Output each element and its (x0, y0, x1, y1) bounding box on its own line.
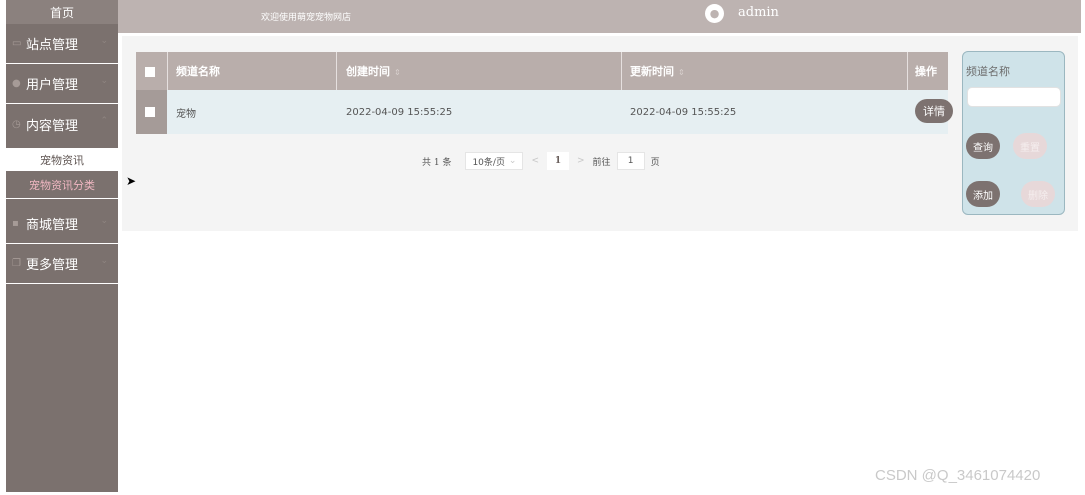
chevron-down-icon: ⌄ (100, 76, 108, 86)
chevron-down-icon: ⌄ (100, 256, 108, 266)
sidebar-item-label: 站点管理 (26, 38, 79, 53)
chevron-up-icon: ⌃ (100, 116, 108, 126)
column-header-name: 频道名称 (176, 63, 220, 79)
sidebar-home-label: 首页 (49, 5, 74, 20)
column-header-label: 频道名称 (176, 65, 220, 78)
avatar[interactable]: ● (705, 4, 724, 23)
select-all-checkbox[interactable] (145, 67, 155, 80)
copy-icon: ❐ (12, 258, 21, 269)
query-button[interactable]: 查询 (966, 133, 1000, 159)
sidebar-subitem-pet-news[interactable]: 宠物资讯 (6, 148, 118, 171)
mouse-pointer-icon: ➤ (126, 174, 137, 188)
pagination: 共 1 条 10条/页 ⌄ < 1 > 前往 1 页 (422, 152, 660, 170)
column-header-created[interactable]: 创建时间 ⇕ (346, 63, 401, 79)
watermark: CSDN @Q_3461074420 (875, 467, 1041, 484)
reset-button[interactable]: 重置 (1013, 133, 1047, 159)
sidebar-item-mall[interactable]: ▪ 商城管理 ⌄ (6, 204, 118, 244)
main-panel: 频道名称 创建时间 ⇕ 更新时间 ⇕ 操作 宠物 2022-04-09 15:55:… (122, 36, 1078, 231)
cell-name: 宠物 (176, 108, 196, 120)
data-table: 频道名称 创建时间 ⇕ 更新时间 ⇕ 操作 宠物 2022-04-09 15:55:… (136, 52, 953, 134)
sidebar-item-users[interactable]: ● 用户管理 ⌄ (6, 64, 118, 104)
search-label: 频道名称 (966, 65, 1010, 78)
sidebar-item-label: 用户管理 (26, 78, 79, 93)
prev-page-icon[interactable]: < (531, 156, 539, 166)
goto-page-input[interactable]: 1 (616, 152, 645, 170)
chevron-down-icon: ⌄ (100, 216, 108, 226)
sidebar-item-label: 内容管理 (26, 118, 79, 134)
page-number[interactable]: 1 (547, 152, 569, 170)
row-checkbox[interactable] (145, 107, 155, 120)
column-header-updated[interactable]: 更新时间 ⇕ (630, 63, 685, 79)
sidebar-subitem-label: 宠物资讯分类 (29, 178, 95, 192)
page-size-value: 10条/页 (472, 157, 505, 168)
search-panel: 频道名称 查询 重置 添加 删除 (962, 51, 1065, 215)
sidebar-subitem-label: 宠物资讯 (40, 153, 84, 167)
pagination-total: 共 1 条 (422, 157, 452, 168)
sidebar-item-label: 更多管理 (26, 258, 79, 273)
sidebar-item-content[interactable]: ◷ 内容管理 ⌃ (6, 104, 118, 144)
column-header-label: 创建时间 (346, 65, 390, 78)
user-icon: ● (12, 78, 21, 89)
chevron-down-icon: ⌄ (100, 36, 108, 46)
column-header-label: 更新时间 (630, 65, 674, 78)
search-input[interactable] (967, 87, 1061, 107)
clock-icon: ◷ (12, 118, 21, 130)
sidebar-item-site[interactable]: ▭ 站点管理 ⌄ (6, 24, 118, 64)
sort-icon[interactable]: ⇕ (678, 68, 685, 77)
delete-button[interactable]: 删除 (1021, 181, 1055, 207)
lock-icon: ▪ (12, 218, 19, 229)
table-row: 宠物 2022-04-09 15:55:25 2022-04-09 15:55:… (136, 90, 953, 134)
sidebar-item-more[interactable]: ❐ 更多管理 ⌄ (6, 244, 118, 284)
table-header: 频道名称 创建时间 ⇕ 更新时间 ⇕ 操作 (136, 52, 948, 90)
column-header-label: 操作 (915, 65, 937, 78)
add-button[interactable]: 添加 (966, 181, 1000, 207)
page-unit-label: 页 (650, 157, 660, 168)
sidebar: 首页 ▭ 站点管理 ⌄ ● 用户管理 ⌄ ◷ 内容管理 ⌃ 宠物资讯 宠物资讯分… (6, 0, 118, 492)
username[interactable]: admin (738, 5, 779, 20)
sort-icon[interactable]: ⇕ (394, 68, 401, 77)
sidebar-home[interactable]: 首页 (6, 0, 118, 24)
next-page-icon[interactable]: > (577, 156, 585, 166)
monitor-icon: ▭ (12, 38, 22, 49)
detail-button[interactable]: 详情 (915, 99, 953, 123)
top-header: 欢迎使用萌宠宠物网店 ● admin (118, 0, 1081, 33)
cell-updated: 2022-04-09 15:55:25 (630, 106, 737, 118)
sidebar-item-label: 商城管理 (26, 218, 79, 233)
page-size-select[interactable]: 10条/页 ⌄ (465, 152, 524, 170)
sidebar-subitem-pet-news-category[interactable]: 宠物资讯分类 (6, 171, 118, 199)
cell-created: 2022-04-09 15:55:25 (346, 106, 453, 118)
user-icon: ● (709, 7, 720, 20)
goto-label: 前往 (592, 157, 611, 168)
welcome-text: 欢迎使用萌宠宠物网店 (261, 13, 352, 23)
chevron-down-icon: ⌄ (508, 156, 517, 166)
column-header-action: 操作 (915, 63, 937, 79)
